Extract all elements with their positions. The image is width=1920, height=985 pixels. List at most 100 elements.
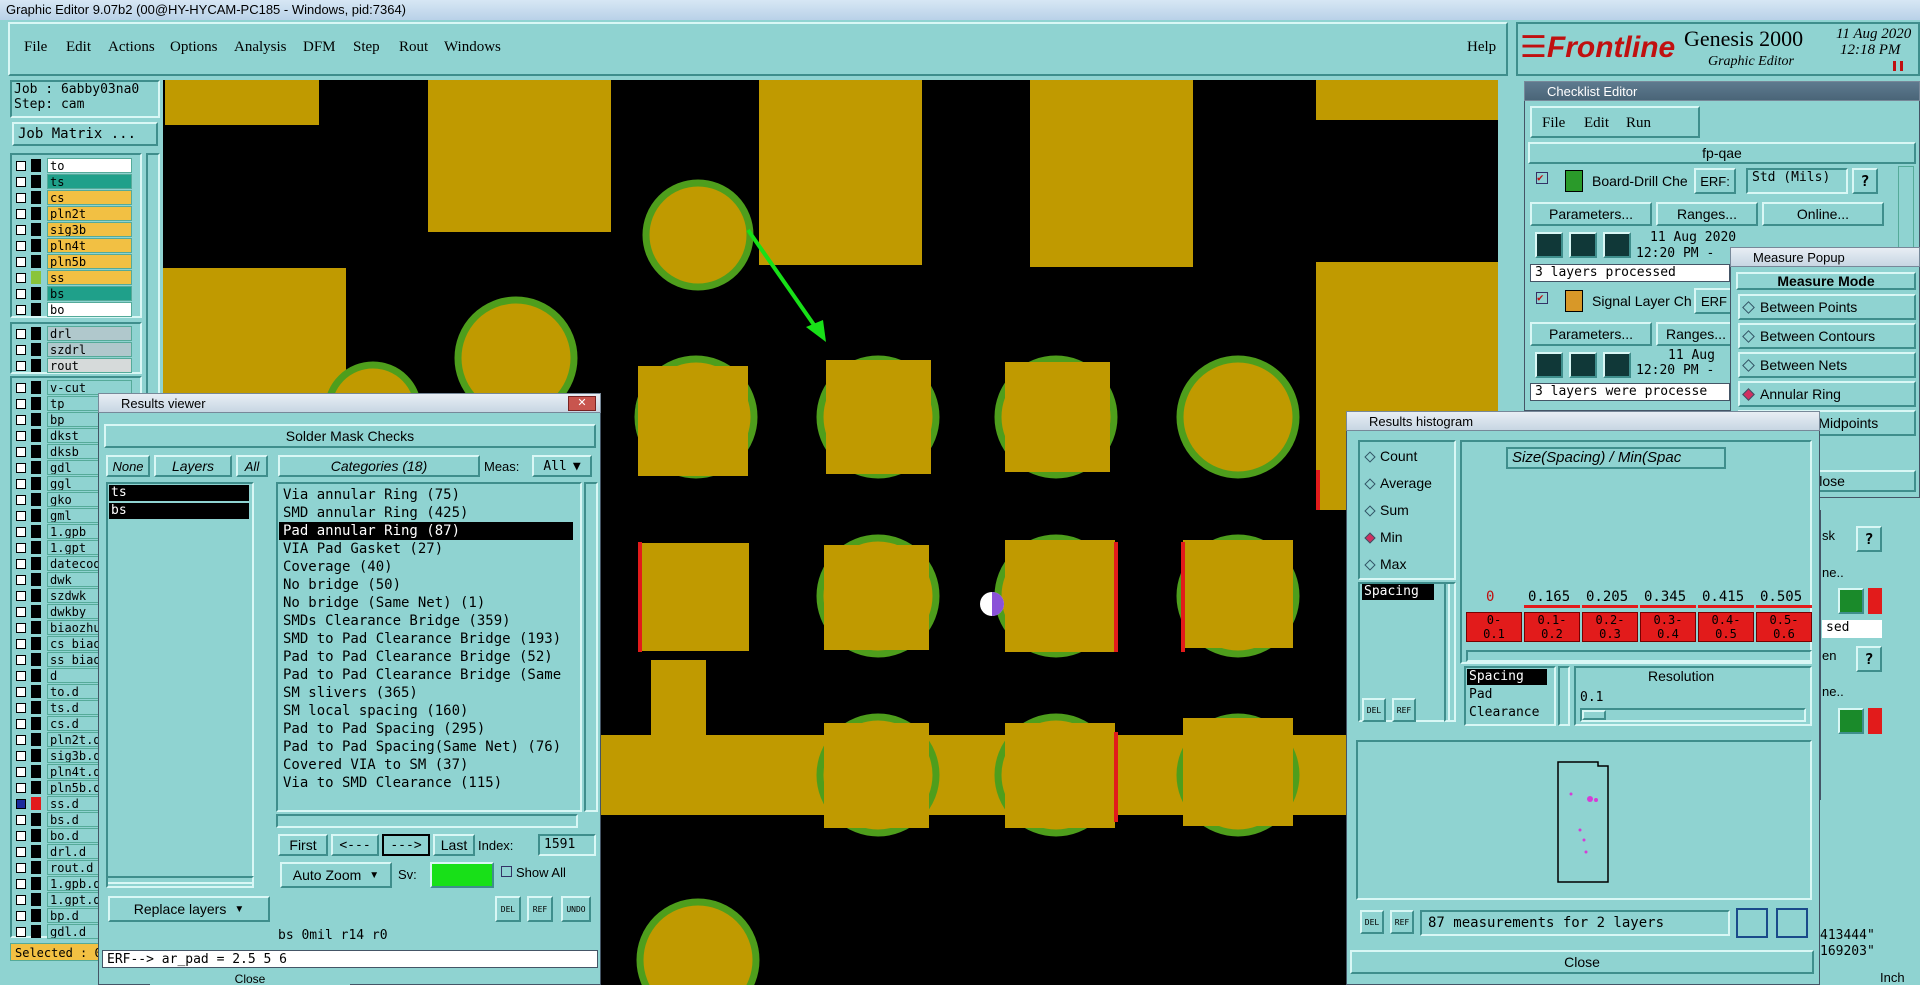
layer-row[interactable]: ss <box>12 270 132 285</box>
layer-row[interactable]: rout <box>12 358 132 373</box>
layer-checkbox[interactable] <box>16 751 26 761</box>
results-viewer-titlebar[interactable]: Results viewer ✕ <box>98 393 601 413</box>
layer-checkbox[interactable] <box>16 847 26 857</box>
layer-checkbox[interactable] <box>16 495 26 505</box>
measure-option[interactable]: Between Contours <box>1738 323 1916 349</box>
none-button[interactable]: None <box>106 455 150 477</box>
menu-file[interactable]: File <box>24 39 47 56</box>
meas-select[interactable]: All ▼ <box>532 455 592 477</box>
close-icon[interactable]: ✕ <box>568 396 596 411</box>
layer-checkbox[interactable] <box>16 257 26 267</box>
check-icon[interactable]: ✔ <box>1536 292 1548 304</box>
menu-analysis[interactable]: Analysis <box>234 39 287 56</box>
run-icon[interactable] <box>1569 232 1597 258</box>
category-item[interactable]: No bridge (50) <box>279 576 579 594</box>
online-button[interactable]: Online... <box>1762 202 1884 226</box>
category-item[interactable]: Via annular Ring (75) <box>279 486 579 504</box>
run-icon[interactable] <box>1603 232 1631 258</box>
replace-layers-select[interactable]: Replace layers ▼ <box>108 896 270 922</box>
category-item[interactable]: Pad annular Ring (87) <box>279 522 573 540</box>
prev-button[interactable]: <--- <box>331 834 379 856</box>
job-matrix-button[interactable]: Job Matrix ... <box>12 122 158 146</box>
check-icon[interactable]: ✔ <box>1536 172 1548 184</box>
delete-icon[interactable]: DEL <box>1362 698 1386 722</box>
layer-row[interactable]: ts <box>12 174 132 189</box>
layers-button[interactable]: Layers <box>154 455 232 477</box>
import-icon[interactable] <box>1776 908 1808 938</box>
layer-checkbox[interactable] <box>16 511 26 521</box>
layer-row[interactable]: cs <box>12 190 132 205</box>
erf-field[interactable]: Std (Mils) <box>1746 168 1848 194</box>
menu-rout[interactable]: Rout <box>399 39 428 56</box>
series-vscroll[interactable] <box>1444 582 1456 722</box>
layer-checkbox[interactable] <box>16 735 26 745</box>
histogram-mode[interactable]: Count <box>1364 448 1450 468</box>
layer-checkbox[interactable] <box>16 879 26 889</box>
layer-checkbox[interactable] <box>16 463 26 473</box>
erf2-button[interactable]: ERF <box>1694 288 1734 314</box>
resolution-slider-thumb[interactable] <box>1582 710 1606 720</box>
layer-checkbox[interactable] <box>16 623 26 633</box>
delete-icon[interactable]: DEL <box>495 896 521 922</box>
help-icon[interactable]: ? <box>1856 526 1882 552</box>
series-item[interactable]: Spacing <box>1362 584 1434 600</box>
histogram-mode[interactable]: Max <box>1364 556 1450 576</box>
category-item[interactable]: SMDs Clearance Bridge (359) <box>279 612 579 630</box>
layer-checkbox[interactable] <box>16 639 26 649</box>
layer-checkbox[interactable] <box>16 241 26 251</box>
ranges2-button[interactable]: Ranges... <box>1656 322 1736 346</box>
layer-checkbox[interactable] <box>16 273 26 283</box>
layer-checkbox[interactable] <box>16 527 26 537</box>
layer-checkbox[interactable] <box>16 575 26 585</box>
layer-checkbox[interactable] <box>16 799 26 809</box>
checklist-menu-run[interactable]: Run <box>1626 115 1651 132</box>
layer-checkbox[interactable] <box>16 383 26 393</box>
layer-checkbox[interactable] <box>16 767 26 777</box>
results-close-button[interactable]: Close <box>150 972 350 985</box>
layer-checkbox[interactable] <box>16 671 26 681</box>
run-icon[interactable] <box>1603 352 1631 378</box>
category-item[interactable]: No bridge (Same Net) (1) <box>279 594 579 612</box>
layer-checkbox[interactable] <box>16 895 26 905</box>
layer-checkbox[interactable] <box>16 719 26 729</box>
zoom-icon[interactable] <box>1838 708 1864 734</box>
category-item[interactable]: Coverage (40) <box>279 558 579 576</box>
histogram-bin[interactable]: 0- 0.1 <box>1466 612 1522 642</box>
layer-checkbox[interactable] <box>16 703 26 713</box>
measure-option[interactable]: Between Nets <box>1738 352 1916 378</box>
menu-dfm[interactable]: DFM <box>303 39 336 56</box>
category-item[interactable]: SM slivers (365) <box>279 684 579 702</box>
measure-list-item[interactable]: Clearance <box>1467 705 1547 721</box>
show-all-checkbox[interactable] <box>501 866 512 877</box>
histogram-close-button[interactable]: Close <box>1350 950 1814 974</box>
layer-row[interactable]: szdrl <box>12 342 132 357</box>
category-item[interactable]: VIA Pad Gasket (27) <box>279 540 579 558</box>
first-button[interactable]: First <box>278 834 328 856</box>
layer-checkbox[interactable] <box>16 361 26 371</box>
histogram-bin[interactable]: 0.2- 0.3 <box>1582 612 1638 642</box>
parameters-button[interactable]: Parameters... <box>1530 202 1652 226</box>
layer-checkbox[interactable] <box>16 289 26 299</box>
help-menu[interactable]: Help <box>1467 39 1496 56</box>
measure-option[interactable]: Annular Ring <box>1738 381 1916 407</box>
menu-actions[interactable]: Actions <box>108 39 155 56</box>
action2-label[interactable]: Signal Layer Ch <box>1592 293 1692 309</box>
layer-row[interactable]: pln5b <box>12 254 132 269</box>
delete-icon[interactable]: DEL <box>1360 910 1384 934</box>
category-item[interactable]: SMD to Pad Clearance Bridge (193) <box>279 630 579 648</box>
layer-checkbox[interactable] <box>16 329 26 339</box>
layer-results-hscroll[interactable] <box>106 876 254 888</box>
checklist-titlebar[interactable]: Checklist Editor <box>1524 81 1920 101</box>
layer-checkbox[interactable] <box>16 831 26 841</box>
layer-checkbox[interactable] <box>16 479 26 489</box>
layer-checkbox[interactable] <box>16 783 26 793</box>
ranges-button[interactable]: Ranges... <box>1656 202 1758 226</box>
zoom-icon[interactable] <box>1838 588 1864 614</box>
layer-row[interactable]: pln4t <box>12 238 132 253</box>
menu-options[interactable]: Options <box>170 39 218 56</box>
histogram-mode[interactable]: Min <box>1364 529 1450 549</box>
layer-row[interactable]: sig3b <box>12 222 132 237</box>
histogram-bin[interactable]: 0.5- 0.6 <box>1756 612 1812 642</box>
refresh-icon[interactable]: REF <box>527 896 553 922</box>
histogram-mode[interactable]: Average <box>1364 475 1450 495</box>
